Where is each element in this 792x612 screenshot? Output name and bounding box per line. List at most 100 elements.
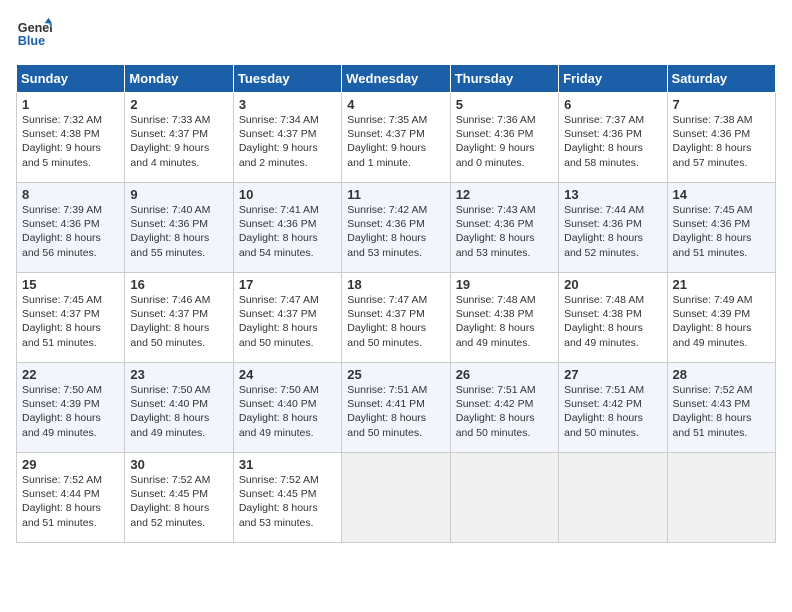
day-number: 27: [564, 367, 661, 382]
cell-content: Sunrise: 7:50 AM Sunset: 4:40 PM Dayligh…: [239, 383, 336, 440]
sunrise-label: Sunrise: 7:41 AM: [239, 204, 319, 216]
calendar-cell: 23 Sunrise: 7:50 AM Sunset: 4:40 PM Dayl…: [125, 363, 233, 453]
daylight-label: Daylight: 8 hours and 53 minutes.: [347, 232, 426, 258]
calendar-cell: 15 Sunrise: 7:45 AM Sunset: 4:37 PM Dayl…: [17, 273, 125, 363]
sunrise-label: Sunrise: 7:51 AM: [347, 384, 427, 396]
sunset-label: Sunset: 4:37 PM: [347, 308, 425, 320]
sunrise-label: Sunrise: 7:52 AM: [239, 474, 319, 486]
calendar-cell: 17 Sunrise: 7:47 AM Sunset: 4:37 PM Dayl…: [233, 273, 341, 363]
calendar-cell: 8 Sunrise: 7:39 AM Sunset: 4:36 PM Dayli…: [17, 183, 125, 273]
cell-content: Sunrise: 7:52 AM Sunset: 4:45 PM Dayligh…: [130, 473, 227, 530]
calendar-cell: 5 Sunrise: 7:36 AM Sunset: 4:36 PM Dayli…: [450, 93, 558, 183]
sunrise-label: Sunrise: 7:49 AM: [673, 294, 753, 306]
calendar-cell: 26 Sunrise: 7:51 AM Sunset: 4:42 PM Dayl…: [450, 363, 558, 453]
daylight-label: Daylight: 8 hours and 53 minutes.: [456, 232, 535, 258]
sunset-label: Sunset: 4:37 PM: [22, 308, 100, 320]
calendar-cell: 24 Sunrise: 7:50 AM Sunset: 4:40 PM Dayl…: [233, 363, 341, 453]
calendar-cell: 2 Sunrise: 7:33 AM Sunset: 4:37 PM Dayli…: [125, 93, 233, 183]
day-number: 19: [456, 277, 553, 292]
sunset-label: Sunset: 4:36 PM: [456, 128, 534, 140]
daylight-label: Daylight: 8 hours and 50 minutes.: [239, 322, 318, 348]
calendar-cell: 28 Sunrise: 7:52 AM Sunset: 4:43 PM Dayl…: [667, 363, 775, 453]
daylight-label: Daylight: 8 hours and 52 minutes.: [130, 502, 209, 528]
col-header-friday: Friday: [559, 65, 667, 93]
day-number: 7: [673, 97, 770, 112]
day-number: 26: [456, 367, 553, 382]
cell-content: Sunrise: 7:47 AM Sunset: 4:37 PM Dayligh…: [239, 293, 336, 350]
sunset-label: Sunset: 4:42 PM: [456, 398, 534, 410]
col-header-thursday: Thursday: [450, 65, 558, 93]
daylight-label: Daylight: 8 hours and 56 minutes.: [22, 232, 101, 258]
daylight-label: Daylight: 9 hours and 0 minutes.: [456, 142, 535, 168]
daylight-label: Daylight: 9 hours and 5 minutes.: [22, 142, 101, 168]
day-number: 23: [130, 367, 227, 382]
sunrise-label: Sunrise: 7:52 AM: [22, 474, 102, 486]
daylight-label: Daylight: 8 hours and 50 minutes.: [456, 412, 535, 438]
day-number: 6: [564, 97, 661, 112]
day-number: 1: [22, 97, 119, 112]
cell-content: Sunrise: 7:36 AM Sunset: 4:36 PM Dayligh…: [456, 113, 553, 170]
calendar-cell: 12 Sunrise: 7:43 AM Sunset: 4:36 PM Dayl…: [450, 183, 558, 273]
cell-content: Sunrise: 7:45 AM Sunset: 4:36 PM Dayligh…: [673, 203, 770, 260]
day-number: 2: [130, 97, 227, 112]
sunrise-label: Sunrise: 7:40 AM: [130, 204, 210, 216]
calendar-cell: 11 Sunrise: 7:42 AM Sunset: 4:36 PM Dayl…: [342, 183, 450, 273]
sunset-label: Sunset: 4:37 PM: [130, 308, 208, 320]
calendar-cell: 21 Sunrise: 7:49 AM Sunset: 4:39 PM Dayl…: [667, 273, 775, 363]
sunset-label: Sunset: 4:36 PM: [239, 218, 317, 230]
sunset-label: Sunset: 4:36 PM: [456, 218, 534, 230]
day-number: 17: [239, 277, 336, 292]
daylight-label: Daylight: 8 hours and 51 minutes.: [673, 232, 752, 258]
cell-content: Sunrise: 7:48 AM Sunset: 4:38 PM Dayligh…: [564, 293, 661, 350]
calendar-cell: 9 Sunrise: 7:40 AM Sunset: 4:36 PM Dayli…: [125, 183, 233, 273]
sunrise-label: Sunrise: 7:32 AM: [22, 114, 102, 126]
day-number: 5: [456, 97, 553, 112]
cell-content: Sunrise: 7:33 AM Sunset: 4:37 PM Dayligh…: [130, 113, 227, 170]
svg-text:Blue: Blue: [18, 34, 45, 48]
sunset-label: Sunset: 4:45 PM: [130, 488, 208, 500]
sunrise-label: Sunrise: 7:44 AM: [564, 204, 644, 216]
calendar-cell: 6 Sunrise: 7:37 AM Sunset: 4:36 PM Dayli…: [559, 93, 667, 183]
sunset-label: Sunset: 4:36 PM: [564, 218, 642, 230]
cell-content: Sunrise: 7:52 AM Sunset: 4:44 PM Dayligh…: [22, 473, 119, 530]
cell-content: Sunrise: 7:51 AM Sunset: 4:42 PM Dayligh…: [564, 383, 661, 440]
calendar-cell: 7 Sunrise: 7:38 AM Sunset: 4:36 PM Dayli…: [667, 93, 775, 183]
sunrise-label: Sunrise: 7:51 AM: [564, 384, 644, 396]
sunset-label: Sunset: 4:37 PM: [239, 308, 317, 320]
daylight-label: Daylight: 8 hours and 49 minutes.: [456, 322, 535, 348]
daylight-label: Daylight: 9 hours and 4 minutes.: [130, 142, 209, 168]
cell-content: Sunrise: 7:41 AM Sunset: 4:36 PM Dayligh…: [239, 203, 336, 260]
calendar-cell: [342, 453, 450, 543]
calendar-cell: 19 Sunrise: 7:48 AM Sunset: 4:38 PM Dayl…: [450, 273, 558, 363]
sunset-label: Sunset: 4:37 PM: [347, 128, 425, 140]
daylight-label: Daylight: 8 hours and 50 minutes.: [347, 322, 426, 348]
cell-content: Sunrise: 7:43 AM Sunset: 4:36 PM Dayligh…: [456, 203, 553, 260]
daylight-label: Daylight: 8 hours and 53 minutes.: [239, 502, 318, 528]
sunset-label: Sunset: 4:39 PM: [22, 398, 100, 410]
cell-content: Sunrise: 7:42 AM Sunset: 4:36 PM Dayligh…: [347, 203, 444, 260]
day-number: 10: [239, 187, 336, 202]
calendar-cell: 10 Sunrise: 7:41 AM Sunset: 4:36 PM Dayl…: [233, 183, 341, 273]
calendar-cell: 4 Sunrise: 7:35 AM Sunset: 4:37 PM Dayli…: [342, 93, 450, 183]
sunset-label: Sunset: 4:37 PM: [130, 128, 208, 140]
sunrise-label: Sunrise: 7:37 AM: [564, 114, 644, 126]
cell-content: Sunrise: 7:45 AM Sunset: 4:37 PM Dayligh…: [22, 293, 119, 350]
daylight-label: Daylight: 9 hours and 2 minutes.: [239, 142, 318, 168]
calendar-cell: [667, 453, 775, 543]
calendar-cell: 13 Sunrise: 7:44 AM Sunset: 4:36 PM Dayl…: [559, 183, 667, 273]
sunset-label: Sunset: 4:36 PM: [130, 218, 208, 230]
calendar-cell: 27 Sunrise: 7:51 AM Sunset: 4:42 PM Dayl…: [559, 363, 667, 453]
cell-content: Sunrise: 7:50 AM Sunset: 4:39 PM Dayligh…: [22, 383, 119, 440]
day-number: 25: [347, 367, 444, 382]
logo-icon: General Blue: [16, 16, 52, 52]
day-number: 4: [347, 97, 444, 112]
calendar-cell: 25 Sunrise: 7:51 AM Sunset: 4:41 PM Dayl…: [342, 363, 450, 453]
daylight-label: Daylight: 8 hours and 49 minutes.: [564, 322, 643, 348]
daylight-label: Daylight: 8 hours and 54 minutes.: [239, 232, 318, 258]
calendar-cell: 16 Sunrise: 7:46 AM Sunset: 4:37 PM Dayl…: [125, 273, 233, 363]
sunset-label: Sunset: 4:38 PM: [456, 308, 534, 320]
sunrise-label: Sunrise: 7:45 AM: [22, 294, 102, 306]
sunset-label: Sunset: 4:36 PM: [673, 218, 751, 230]
col-header-saturday: Saturday: [667, 65, 775, 93]
sunset-label: Sunset: 4:43 PM: [673, 398, 751, 410]
